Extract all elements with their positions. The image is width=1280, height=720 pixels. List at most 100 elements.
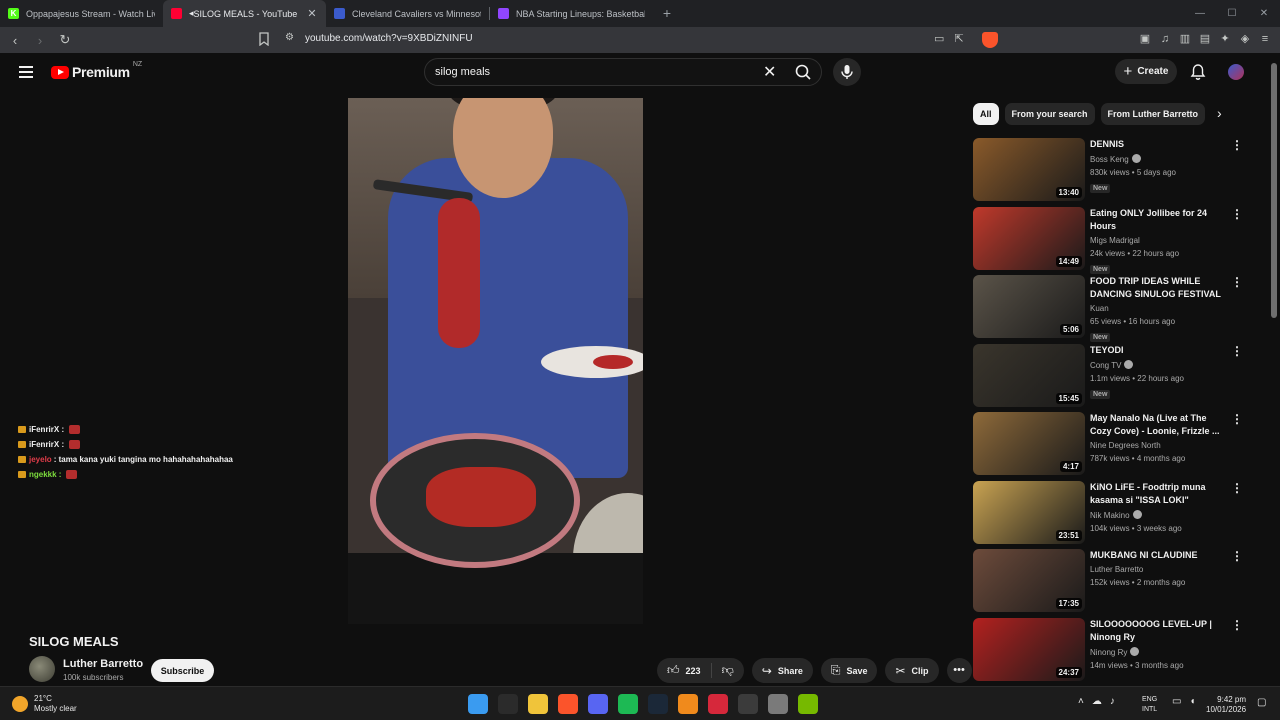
new-tab-button[interactable]: + — [653, 0, 681, 27]
recommended-video[interactable]: 13:40 DENNIS Boss Keng 830k views • 5 days … — [973, 138, 1243, 202]
hamburger-menu-icon[interactable] — [19, 66, 33, 78]
channel-name[interactable]: Luther Barretto — [63, 658, 143, 670]
video-title[interactable]: Eating ONLY Jollibee for 24 Hours — [1090, 207, 1230, 233]
filter-chip[interactable]: All — [973, 103, 999, 125]
mic-tray-icon[interactable]: ♪ — [1110, 696, 1115, 707]
video-thumbnail[interactable]: 23:51 — [973, 480, 1085, 544]
onedrive-icon[interactable]: ☁ — [1092, 696, 1102, 707]
minimize-icon[interactable]: — — [1184, 0, 1216, 27]
vlc-icon[interactable] — [678, 694, 698, 714]
more-vertical-icon[interactable]: ⋮ — [1231, 412, 1243, 426]
channel-name[interactable]: Cong TV — [1090, 361, 1121, 370]
search-input[interactable]: silog meals — [435, 66, 490, 78]
maximize-icon[interactable]: ☐ — [1216, 0, 1248, 27]
more-vertical-icon[interactable]: ⋮ — [1231, 618, 1243, 632]
address-bar[interactable]: youtube.com/watch?v=9XBDiZNINFU — [305, 33, 473, 44]
file-explorer-icon[interactable] — [528, 694, 548, 714]
video-thumbnail[interactable]: 24:37 — [973, 617, 1085, 681]
save-button[interactable]: ⎘ Save — [820, 658, 878, 683]
video-title[interactable]: TEYODI — [1090, 344, 1230, 357]
nvidia-icon[interactable] — [798, 694, 818, 714]
like-button[interactable]: 👍︎ 223 — [657, 663, 712, 678]
video-title[interactable]: May Nanalo Na (Live at The Cozy Cove) - … — [1090, 412, 1230, 438]
share-button[interactable]: ↪ Share — [751, 658, 813, 683]
recommended-video[interactable]: 17:35 MUKBANG NI CLAUDINE Luther Barretto 1… — [973, 549, 1243, 613]
channel-name[interactable]: Nik Makino — [1090, 511, 1130, 520]
more-actions-button[interactable]: ••• — [946, 658, 972, 683]
subscribe-button[interactable]: Subscribe — [151, 659, 214, 682]
app-red-icon[interactable] — [708, 694, 728, 714]
channel-name[interactable]: Ninong Ry — [1090, 648, 1127, 657]
notifications-bell-icon[interactable] — [1190, 63, 1206, 81]
scrollbar-thumb[interactable] — [1271, 63, 1277, 318]
clear-search-icon[interactable]: ✕ — [763, 62, 776, 82]
forward-icon[interactable]: › — [30, 33, 50, 48]
video-title[interactable]: MUKBANG NI CLAUDINE — [1090, 549, 1230, 562]
youtube-logo[interactable]: Premium NZ — [51, 61, 142, 80]
page-scrollbar[interactable] — [1268, 53, 1280, 686]
more-vertical-icon[interactable]: ⋮ — [1231, 138, 1243, 152]
search-button[interactable] — [785, 58, 822, 86]
wallet-icon[interactable]: ▤ — [1198, 31, 1212, 47]
channel-name[interactable]: Kuan — [1090, 304, 1109, 313]
clock[interactable]: 9:42 pm 10/01/2026 — [1206, 695, 1246, 715]
video-thumbnail[interactable]: 13:40 — [973, 138, 1085, 201]
video-thumbnail[interactable]: 14:49 — [973, 206, 1085, 270]
cast-icon[interactable]: ▭ — [934, 32, 944, 45]
notification-icon[interactable]: ▢ — [1257, 697, 1266, 708]
channel-name[interactable]: Luther Barretto — [1090, 565, 1143, 574]
video-thumbnail[interactable]: 17:35 — [973, 549, 1085, 612]
search-box[interactable]: silog meals ✕ — [424, 58, 822, 86]
screenshot-icon[interactable]: ▣ — [1138, 31, 1152, 47]
recommended-video[interactable]: 5:06 FOOD TRIP IDEAS WHILE DANCING SINULO… — [973, 275, 1243, 342]
recommended-video[interactable]: 14:49 Eating ONLY Jollibee for 24 Hours Mi… — [973, 206, 1243, 274]
create-button[interactable]: + Create — [1115, 59, 1177, 84]
settings-icon[interactable] — [768, 694, 788, 714]
chevron-up-icon[interactable]: ˄ — [1078, 696, 1084, 707]
more-vertical-icon[interactable]: ⋮ — [1231, 344, 1243, 358]
recommended-video[interactable]: 24:37 SILOOOOOOOG LEVEL-UP | Ninong Ry Nin… — [973, 617, 1243, 682]
music-icon[interactable]: ♫ — [1158, 31, 1172, 47]
spotify-icon[interactable] — [618, 694, 638, 714]
recommended-video[interactable]: 15:45 TEYODI Cong TV 1.1m views • 22 hours … — [973, 343, 1243, 408]
volume-icon[interactable]: ◖ — [1189, 696, 1195, 707]
bookmark-icon[interactable] — [258, 32, 270, 46]
site-info-icon[interactable]: ⚙ — [285, 32, 294, 43]
video-title[interactable]: FOOD TRIP IDEAS WHILE DANCING SINULOG FE… — [1090, 275, 1230, 301]
network-icon[interactable]: ▭ — [1172, 696, 1181, 707]
browser-tab[interactable]: K Oppapajesus Stream - Watch Live on — [0, 0, 163, 27]
windows-start-icon[interactable] — [468, 694, 488, 714]
filter-chip[interactable]: From your search — [1004, 103, 1095, 125]
more-vertical-icon[interactable]: ⋮ — [1231, 207, 1243, 221]
brave-icon[interactable] — [558, 694, 578, 714]
search-icon[interactable] — [498, 694, 518, 714]
browser-tab[interactable]: NBA Starting Lineups: Basketball Dai — [490, 0, 653, 27]
video-thumbnail[interactable]: 15:45 — [973, 343, 1085, 407]
discord-icon[interactable] — [588, 694, 608, 714]
reload-icon[interactable]: ↻ — [55, 32, 75, 48]
obs-icon[interactable] — [738, 694, 758, 714]
account-avatar[interactable] — [1228, 64, 1244, 80]
browser-tab[interactable]: ◂ SILOG MEALS - YouTube ✕ — [163, 0, 326, 27]
channel-name[interactable]: Boss Keng — [1090, 155, 1129, 164]
share-page-icon[interactable]: ⇱ — [954, 32, 963, 45]
more-vertical-icon[interactable]: ⋮ — [1231, 481, 1243, 495]
close-window-icon[interactable]: ✕ — [1248, 0, 1280, 27]
more-vertical-icon[interactable]: ⋮ — [1231, 275, 1243, 289]
channel-name[interactable]: Nine Degrees North — [1090, 441, 1161, 450]
sidebar-icon[interactable]: ▥ — [1178, 31, 1192, 47]
video-thumbnail[interactable]: 4:17 — [973, 412, 1085, 475]
dislike-button[interactable]: 👎︎ — [712, 663, 744, 678]
brave-shield-icon[interactable] — [982, 32, 998, 48]
video-player[interactable] — [348, 98, 643, 624]
video-title[interactable]: KiNO LiFE - Foodtrip muna kasama si "ISS… — [1090, 481, 1230, 507]
filter-chip[interactable]: From Luther Barretto — [1100, 103, 1206, 125]
recommended-video[interactable]: 23:51 KiNO LiFE - Foodtrip muna kasama si… — [973, 480, 1243, 545]
close-tab-icon[interactable]: ✕ — [306, 7, 318, 20]
steam-icon[interactable] — [648, 694, 668, 714]
leo-icon[interactable]: ✦ — [1218, 31, 1232, 47]
weather-widget[interactable]: 21°C Mostly clear — [12, 694, 77, 714]
language-indicator[interactable]: ENG INTL — [1142, 695, 1157, 715]
vpn-icon[interactable]: ◈ — [1238, 31, 1252, 47]
more-vertical-icon[interactable]: ⋮ — [1231, 549, 1243, 563]
